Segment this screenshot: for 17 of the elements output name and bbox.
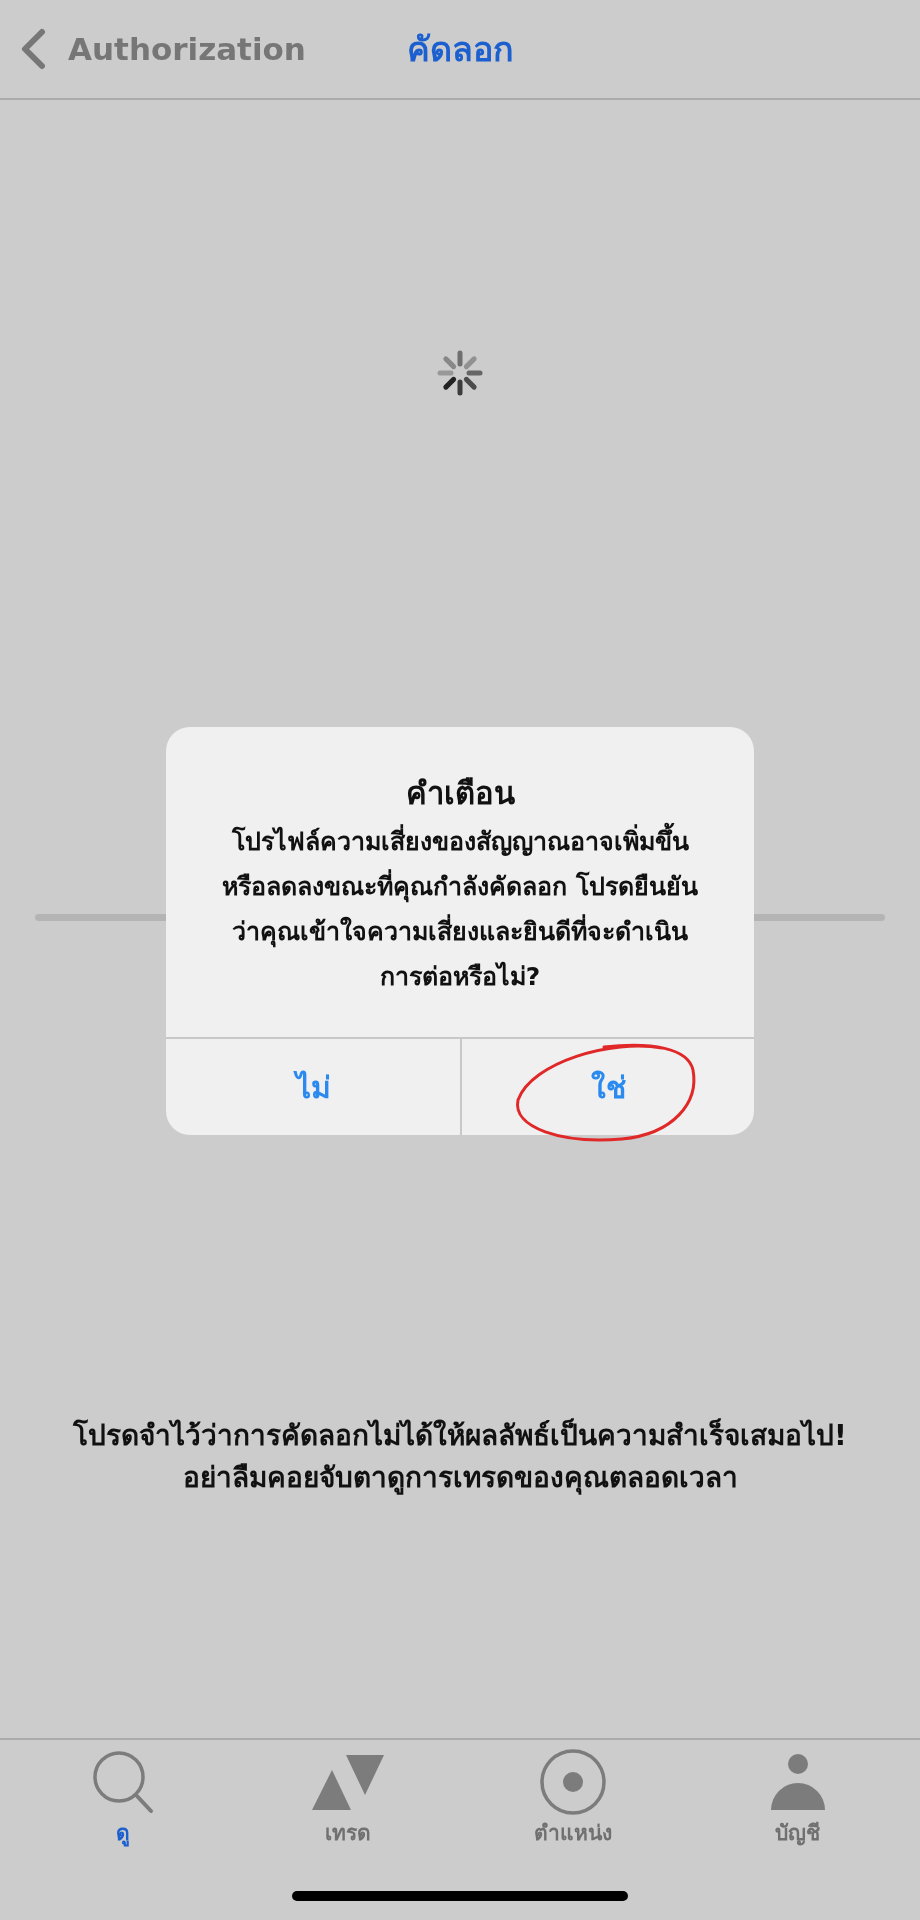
- back-chevron-icon: [20, 28, 46, 70]
- alert-button[interactable]: ไม่: [166, 1039, 460, 1135]
- tab-bar-item[interactable]: บัญชี: [685, 1748, 910, 1849]
- loading-spinner-icon: [437, 350, 483, 396]
- triangles-icon: [311, 1754, 384, 1810]
- tab-bar-item[interactable]: เทรด: [235, 1748, 460, 1849]
- search-icon: [91, 1750, 154, 1814]
- tab-bar-item[interactable]: ดู: [10, 1748, 235, 1849]
- alert-message: โปรไฟล์ความเสี่ยงของสัญญาณอาจเพิ่มขึ้น หรือลดลงขณะที่คุณกำลังคัดลอก โปรดยืนยัน ว่าคุณเข้าใจความเสี่ยงและยินดีที่จะดำเนิน การต่อหรือไม่?: [222, 819, 698, 999]
- reminder-text: โปรดจำไว้ว่าการคัดลอกไม่ได้ให้ผลลัพธ์เป็นความสำเร็จเสมอไป! อย่าลืมคอยจับตาดูการเทรดของคุณตลอดเวลา: [73, 1417, 847, 1497]
- alert-button[interactable]: ใช่: [460, 1039, 754, 1135]
- screen-title: คัดลอก: [406, 28, 514, 71]
- person-icon: [770, 1754, 825, 1810]
- back-button[interactable]: Authorization: [20, 28, 306, 70]
- tab-bar-item[interactable]: ตำแหน่ง: [460, 1748, 685, 1849]
- alert-title: คำเตือน: [405, 774, 515, 813]
- target-icon: [539, 1749, 606, 1815]
